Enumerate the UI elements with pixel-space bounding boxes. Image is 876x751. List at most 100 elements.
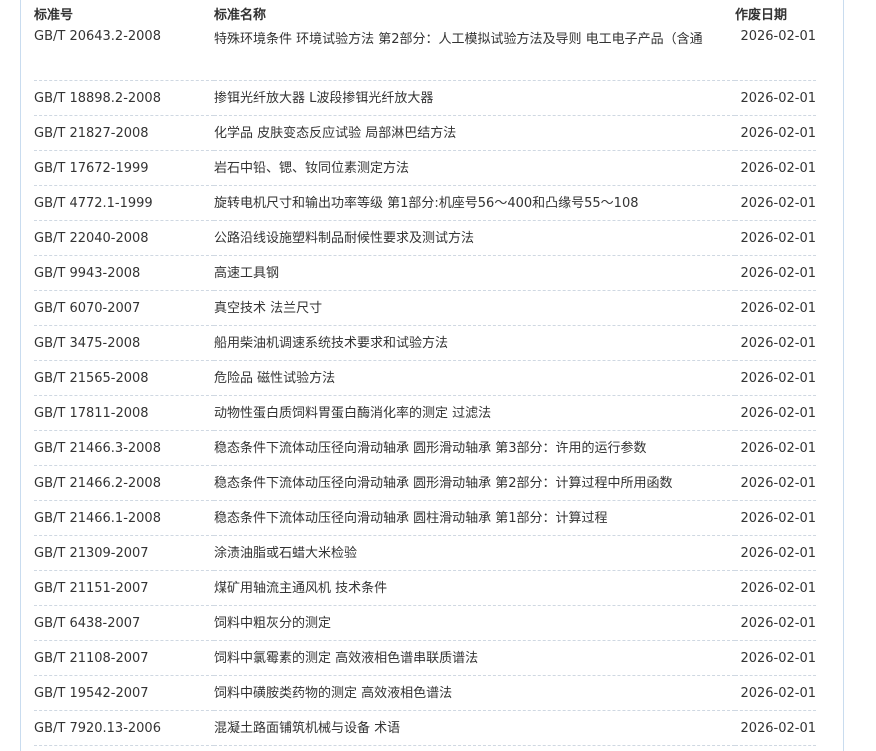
table-body: GB/T 20643.2-2008 特殊环境条件 环境试验方法 第2部分：人工模… xyxy=(34,27,816,746)
standard-name-link[interactable]: 饲料中氯霉素的测定 高效液相色谱串联质谱法 xyxy=(214,651,478,666)
abolish-date: 2026-02-01 xyxy=(735,360,816,396)
table-row: GB/T 21827-2008 化学品 皮肤变态反应试验 局部淋巴结方法 202… xyxy=(34,115,816,151)
standard-name: 煤矿用轴流主通风机 技术条件 xyxy=(214,570,735,606)
standard-code: GB/T 21466.2-2008 xyxy=(34,465,214,501)
standard-code: GB/T 7920.13-2006 xyxy=(34,710,214,746)
table-header: 标准号 标准名称 作废日期 xyxy=(34,0,816,27)
standard-name-link[interactable]: 特殊环境条件 环境试验方法 第2部分：人工模拟试验方法及导则 电工电子产品（含通 xyxy=(214,32,703,47)
standard-name: 饲料中粗灰分的测定 xyxy=(214,605,735,641)
abolish-date: 2026-02-01 xyxy=(735,395,816,431)
standard-name-link[interactable]: 动物性蛋白质饲料胃蛋白酶消化率的测定 过滤法 xyxy=(214,406,491,421)
standard-name-link[interactable]: 公路沿线设施塑料制品耐候性要求及测试方法 xyxy=(214,231,474,246)
header-date: 作废日期 xyxy=(735,8,788,23)
table-row: GB/T 21309-2007 涂渍油脂或石蜡大米检验 2026-02-01 xyxy=(34,535,816,571)
standard-name: 真空技术 法兰尺寸 xyxy=(214,290,735,326)
header-row: 标准号 标准名称 作废日期 xyxy=(34,0,816,27)
standard-name: 饲料中氯霉素的测定 高效液相色谱串联质谱法 xyxy=(214,640,735,676)
table-row: GB/T 21466.2-2008 稳态条件下流体动压径向滑动轴承 圆形滑动轴承… xyxy=(34,465,816,501)
standard-name: 旋转电机尺寸和输出功率等级 第1部分:机座号56～400和凸缘号55～108 xyxy=(214,185,735,221)
table-row: GB/T 21565-2008 危险品 磁性试验方法 2026-02-01 xyxy=(34,360,816,396)
abolish-date: 2026-02-01 xyxy=(735,27,816,81)
standard-code: GB/T 19542-2007 xyxy=(34,675,214,711)
standard-name: 混凝土路面铺筑机械与设备 术语 xyxy=(214,710,735,746)
standard-code: GB/T 17811-2008 xyxy=(34,395,214,431)
table-row: GB/T 20643.2-2008 特殊环境条件 环境试验方法 第2部分：人工模… xyxy=(34,27,816,81)
standard-name: 饲料中磺胺类药物的测定 高效液相色谱法 xyxy=(214,675,735,711)
standard-name: 危险品 磁性试验方法 xyxy=(214,360,735,396)
table-row: GB/T 3475-2008 船用柴油机调速系统技术要求和试验方法 2026-0… xyxy=(34,325,816,361)
standard-name-link[interactable]: 掺铒光纤放大器 L波段掺铒光纤放大器 xyxy=(214,91,433,106)
standard-name: 化学品 皮肤变态反应试验 局部淋巴结方法 xyxy=(214,115,735,151)
standard-name: 船用柴油机调速系统技术要求和试验方法 xyxy=(214,325,735,361)
abolish-date: 2026-02-01 xyxy=(735,465,816,501)
standard-code: GB/T 17672-1999 xyxy=(34,150,214,186)
abolish-date: 2026-02-01 xyxy=(735,255,816,291)
standard-name: 稳态条件下流体动压径向滑动轴承 圆形滑动轴承 第2部分：计算过程中所用函数 xyxy=(214,465,735,501)
abolish-date: 2026-02-01 xyxy=(735,640,816,676)
table-row: GB/T 7920.13-2006 混凝土路面铺筑机械与设备 术语 2026-0… xyxy=(34,710,816,746)
standard-name-link[interactable]: 旋转电机尺寸和输出功率等级 第1部分:机座号56～400和凸缘号55～108 xyxy=(214,196,639,211)
standard-code: GB/T 22040-2008 xyxy=(34,220,214,256)
standard-code: GB/T 9943-2008 xyxy=(34,255,214,291)
table-row: GB/T 19542-2007 饲料中磺胺类药物的测定 高效液相色谱法 2026… xyxy=(34,675,816,711)
standard-name-link[interactable]: 真空技术 法兰尺寸 xyxy=(214,301,322,316)
standard-name: 稳态条件下流体动压径向滑动轴承 圆形滑动轴承 第3部分：许用的运行参数 xyxy=(214,430,735,466)
standard-code: GB/T 20643.2-2008 xyxy=(34,27,214,81)
abolish-date: 2026-02-01 xyxy=(735,675,816,711)
standard-name-link[interactable]: 船用柴油机调速系统技术要求和试验方法 xyxy=(214,336,448,351)
standard-name: 公路沿线设施塑料制品耐候性要求及测试方法 xyxy=(214,220,735,256)
table-row: GB/T 21466.1-2008 稳态条件下流体动压径向滑动轴承 圆柱滑动轴承… xyxy=(34,500,816,536)
table-row: GB/T 21466.3-2008 稳态条件下流体动压径向滑动轴承 圆形滑动轴承… xyxy=(34,430,816,466)
standard-name-link[interactable]: 饲料中粗灰分的测定 xyxy=(214,616,331,631)
standard-name-link[interactable]: 稳态条件下流体动压径向滑动轴承 圆形滑动轴承 第3部分：许用的运行参数 xyxy=(214,441,647,456)
standard-name: 高速工具钢 xyxy=(214,255,735,291)
standard-code: GB/T 21108-2007 xyxy=(34,640,214,676)
abolish-date: 2026-02-01 xyxy=(735,325,816,361)
standard-name-link[interactable]: 稳态条件下流体动压径向滑动轴承 圆柱滑动轴承 第1部分：计算过程 xyxy=(214,511,608,526)
standard-code: GB/T 6070-2007 xyxy=(34,290,214,326)
standard-name-link[interactable]: 稳态条件下流体动压径向滑动轴承 圆形滑动轴承 第2部分：计算过程中所用函数 xyxy=(214,476,673,491)
standard-name-link[interactable]: 高速工具钢 xyxy=(214,266,279,281)
standard-name: 动物性蛋白质饲料胃蛋白酶消化率的测定 过滤法 xyxy=(214,395,735,431)
abolish-date: 2026-02-01 xyxy=(735,185,816,221)
header-name: 标准名称 xyxy=(214,8,267,23)
abolish-date: 2026-02-01 xyxy=(735,710,816,746)
standard-code: GB/T 18898.2-2008 xyxy=(34,80,214,116)
standard-code: GB/T 21151-2007 xyxy=(34,570,214,606)
abolish-date: 2026-02-01 xyxy=(735,605,816,641)
standard-code: GB/T 21466.3-2008 xyxy=(34,430,214,466)
standard-code: GB/T 3475-2008 xyxy=(34,325,214,361)
standards-panel: 标准号 标准名称 作废日期 GB/T 20643.2-2008 特殊环境条件 环… xyxy=(20,0,844,751)
standard-name: 特殊环境条件 环境试验方法 第2部分：人工模拟试验方法及导则 电工电子产品（含通 xyxy=(214,27,735,81)
standard-name-link[interactable]: 化学品 皮肤变态反应试验 局部淋巴结方法 xyxy=(214,126,456,141)
table-row: GB/T 4772.1-1999 旋转电机尺寸和输出功率等级 第1部分:机座号5… xyxy=(34,185,816,221)
abolish-date: 2026-02-01 xyxy=(735,80,816,116)
standard-code: GB/T 21309-2007 xyxy=(34,535,214,571)
abolish-date: 2026-02-01 xyxy=(735,150,816,186)
table-row: GB/T 6070-2007 真空技术 法兰尺寸 2026-02-01 xyxy=(34,290,816,326)
table-row: GB/T 18898.2-2008 掺铒光纤放大器 L波段掺铒光纤放大器 202… xyxy=(34,80,816,116)
abolish-date: 2026-02-01 xyxy=(735,500,816,536)
standard-name: 岩石中铅、锶、钕同位素测定方法 xyxy=(214,150,735,186)
abolished-standards-table: 标准号 标准名称 作废日期 GB/T 20643.2-2008 特殊环境条件 环… xyxy=(34,0,816,746)
standard-name-link[interactable]: 煤矿用轴流主通风机 技术条件 xyxy=(214,581,387,596)
standard-name: 涂渍油脂或石蜡大米检验 xyxy=(214,535,735,571)
abolish-date: 2026-02-01 xyxy=(735,220,816,256)
standard-code: GB/T 21827-2008 xyxy=(34,115,214,151)
table-row: GB/T 21108-2007 饲料中氯霉素的测定 高效液相色谱串联质谱法 20… xyxy=(34,640,816,676)
standard-name-link[interactable]: 混凝土路面铺筑机械与设备 术语 xyxy=(214,721,400,736)
table-row: GB/T 17811-2008 动物性蛋白质饲料胃蛋白酶消化率的测定 过滤法 2… xyxy=(34,395,816,431)
standard-name-link[interactable]: 饲料中磺胺类药物的测定 高效液相色谱法 xyxy=(214,686,452,701)
table-row: GB/T 9943-2008 高速工具钢 2026-02-01 xyxy=(34,255,816,291)
abolish-date: 2026-02-01 xyxy=(735,430,816,466)
abolish-date: 2026-02-01 xyxy=(735,115,816,151)
standard-name-link[interactable]: 涂渍油脂或石蜡大米检验 xyxy=(214,546,357,561)
standard-code: GB/T 6438-2007 xyxy=(34,605,214,641)
abolish-date: 2026-02-01 xyxy=(735,290,816,326)
header-code: 标准号 xyxy=(34,8,74,23)
standard-name-link[interactable]: 危险品 磁性试验方法 xyxy=(214,371,335,386)
table-row: GB/T 22040-2008 公路沿线设施塑料制品耐候性要求及测试方法 202… xyxy=(34,220,816,256)
table-row: GB/T 17672-1999 岩石中铅、锶、钕同位素测定方法 2026-02-… xyxy=(34,150,816,186)
standard-name: 稳态条件下流体动压径向滑动轴承 圆柱滑动轴承 第1部分：计算过程 xyxy=(214,500,735,536)
standard-name-link[interactable]: 岩石中铅、锶、钕同位素测定方法 xyxy=(214,161,409,176)
